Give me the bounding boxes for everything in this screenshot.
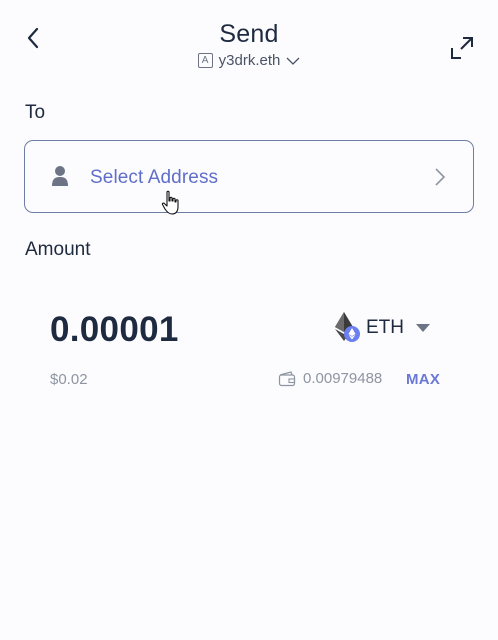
page-title: Send [219, 20, 279, 48]
account-selector[interactable]: A y3drk.eth [0, 52, 498, 69]
eth-icon [334, 312, 362, 344]
wallet-icon [278, 370, 296, 386]
expand-icon[interactable] [449, 35, 475, 61]
fiat-value: $0.02 [50, 371, 88, 388]
expand-button[interactable] [449, 35, 475, 61]
header: Send A y3drk.eth [0, 0, 498, 80]
amount-label: Amount [25, 239, 91, 260]
to-label: To [25, 102, 46, 123]
token-symbol: ETH [366, 317, 404, 338]
account-badge: A [197, 53, 213, 68]
account-name: y3drk.eth [218, 52, 281, 69]
person-icon [52, 166, 68, 186]
select-address-button[interactable]: Select Address [24, 140, 474, 213]
chevron-right-icon [435, 168, 446, 186]
balance-value: 0.00979488 [303, 370, 383, 387]
balance: 0.00979488 [278, 370, 382, 387]
max-button[interactable]: MAX [406, 371, 440, 388]
token-selector[interactable]: ETH [334, 312, 430, 344]
caret-down-icon [416, 324, 430, 332]
amount-input[interactable]: 0.00001 [50, 310, 179, 350]
chevron-down-icon [286, 57, 300, 65]
select-address-label: Select Address [90, 167, 219, 188]
